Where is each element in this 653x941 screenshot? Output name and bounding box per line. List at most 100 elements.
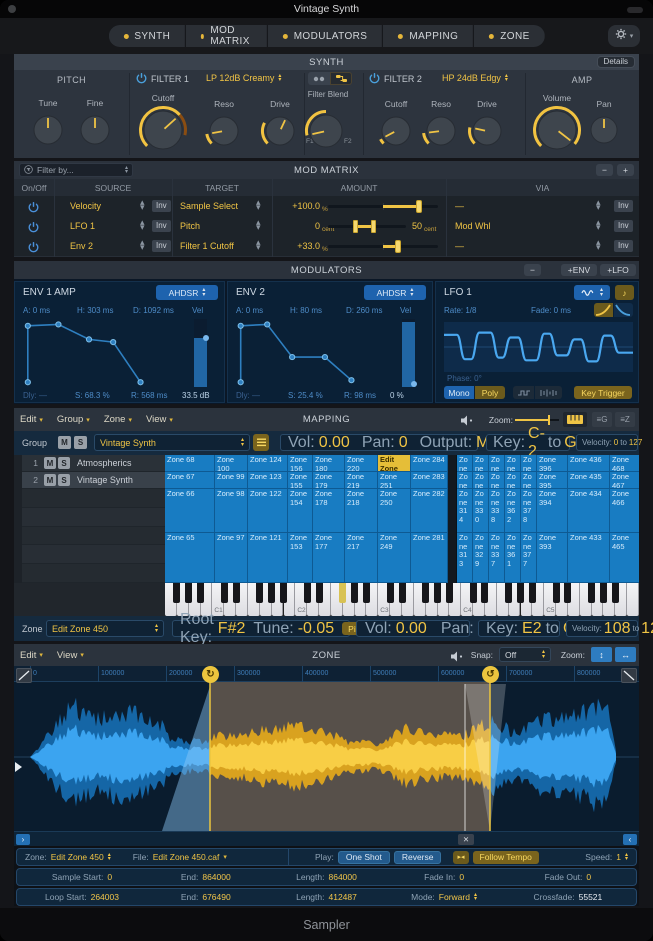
group-solo-button[interactable]: S (74, 436, 87, 449)
loop-value[interactable]: 264003 (91, 892, 119, 902)
matrix-via-inv[interactable]: Inv (614, 220, 633, 232)
group-solo-button[interactable]: S (58, 457, 70, 469)
piano-key-black[interactable] (553, 583, 560, 603)
zone-select-dropdown[interactable]: Edit Zone 450 (51, 852, 104, 862)
follow-tempo-button[interactable]: Follow Tempo (473, 851, 539, 864)
zone-cell[interactable]: Zone … (505, 455, 521, 472)
group-vol-value[interactable]: 0.00 (319, 434, 350, 452)
matrix-amount-value[interactable]: +100.0% (276, 201, 320, 211)
zone-cell[interactable]: Zone 394 (537, 489, 568, 533)
zone-cell[interactable]: Zone 314 (457, 489, 473, 533)
lfo-rate[interactable]: Rate: 1/8 (444, 306, 476, 315)
lfo-phase[interactable]: Phase: 0° (447, 374, 482, 383)
zone-cell[interactable]: Zone 433 (568, 533, 610, 583)
vel-handle[interactable] (203, 335, 209, 341)
zone-cell[interactable]: Zone 329 (473, 533, 489, 583)
group-name-dropdown[interactable]: Vintage Synth (94, 434, 250, 451)
snap-dropdown[interactable]: Off (499, 647, 551, 662)
zone-view-button[interactable]: ≡Z (615, 412, 635, 427)
zone-cell[interactable]: Zone 250 (378, 489, 411, 533)
zone-cell-selected[interactable]: Edit Zone 450 (378, 455, 411, 472)
matrix-source[interactable]: Velocity (70, 201, 101, 211)
env-vel-slider[interactable] (402, 319, 415, 387)
zone-cell[interactable]: Zone 153 (288, 533, 313, 583)
one-shot-button[interactable]: One Shot (338, 851, 390, 864)
lfo-shape-random-button[interactable] (535, 386, 562, 399)
zone-cell[interactable]: Zone 434 (568, 489, 610, 533)
tab-mapping[interactable]: MAPPING (383, 25, 473, 47)
envelope-graph[interactable] (236, 319, 392, 387)
piano-key-black[interactable] (363, 583, 370, 603)
zone-cell[interactable]: Zone 284 (411, 455, 448, 472)
zone-tune-value[interactable]: -0.05 (298, 620, 334, 638)
piano-key-black[interactable] (481, 583, 488, 603)
modulator-remove-button[interactable]: − (524, 264, 541, 276)
zone-cell[interactable]: Zone 124 (248, 455, 288, 472)
details-button[interactable]: Details (597, 56, 635, 68)
zone-cell[interactable]: Zone … (489, 472, 505, 489)
matrix-source-inv[interactable]: Inv (152, 200, 171, 212)
zone-cell[interactable]: Zone 283 (411, 472, 448, 489)
window-menu-pill[interactable] (627, 7, 643, 13)
group-pan-value[interactable]: 0 (399, 434, 408, 452)
zone-cell[interactable]: Zone … (473, 455, 489, 472)
matrix-via[interactable]: Mod Whl (455, 221, 491, 231)
sample-value[interactable]: 864000 (202, 872, 230, 882)
reverse-button[interactable]: Reverse (394, 851, 442, 864)
sample-value[interactable]: 0 (586, 872, 591, 882)
zone-cell[interactable]: Zone 330 (473, 489, 489, 533)
loop-value[interactable]: 55521 (579, 892, 603, 902)
piano-key-black[interactable] (304, 583, 311, 603)
zone-cell[interactable]: Zone 97 (215, 533, 248, 583)
piano-key-black[interactable] (422, 583, 429, 603)
zone-vol-value[interactable]: 0.00 (396, 620, 427, 638)
slider-handle[interactable] (416, 200, 422, 213)
zone-rootkey-value[interactable]: F#2 (218, 620, 246, 638)
group-vel-high[interactable]: 127 (629, 438, 642, 447)
zone-cell[interactable]: Zone 179 (313, 472, 345, 489)
matrix-row-power[interactable] (28, 240, 39, 258)
knob-f1_cutoff[interactable] (138, 105, 188, 155)
piano-key-black[interactable] (351, 583, 358, 603)
zone-cell[interactable]: Zone 65 (165, 533, 215, 583)
piano-key-black[interactable] (446, 583, 453, 603)
piano-key-black[interactable] (316, 583, 323, 603)
add-env-button[interactable]: +ENV (561, 264, 597, 276)
matrix-source-inv[interactable]: Inv (152, 220, 171, 232)
piano-key-black[interactable] (233, 583, 240, 603)
group-row[interactable]: 2MSVintage Synth (22, 472, 165, 489)
keyboard-view-button[interactable] (563, 412, 587, 427)
mapping-menu-view[interactable]: View▾ (146, 414, 173, 425)
piano-key-black[interactable] (434, 583, 441, 603)
lfo-poly-button[interactable]: Poly (475, 386, 505, 399)
piano-key-black[interactable] (588, 583, 595, 603)
zone-cell[interactable]: Zone 180 (313, 455, 345, 472)
waveform-scrollbar[interactable]: › ✕ ‹ (14, 831, 639, 846)
zone-cell[interactable]: Zone 67 (165, 472, 215, 489)
zone-cell[interactable]: Zone 337 (489, 533, 505, 583)
file-dropdown[interactable]: Edit Zone 450.caf (153, 852, 220, 862)
power-icon[interactable] (28, 222, 39, 233)
matrix-via-inv[interactable]: Inv (614, 240, 633, 252)
parallel-routing-button[interactable] (330, 72, 352, 85)
mode-dropdown[interactable]: AHDSR (156, 285, 218, 300)
knob-volume[interactable] (532, 105, 582, 155)
lfo-shape-step-button[interactable] (513, 386, 534, 399)
piano-key-black[interactable] (268, 583, 275, 603)
piano-key-black[interactable] (529, 583, 536, 603)
piano-key-black[interactable] (399, 583, 406, 603)
zone-audition-button[interactable] (450, 649, 463, 667)
group-mute-button[interactable]: M (44, 457, 56, 469)
zone-cell[interactable]: Zone 121 (248, 533, 288, 583)
filter2-type-dropdown[interactable]: HP 24dB Edgy (442, 73, 508, 83)
knob-pan[interactable] (585, 111, 623, 149)
tab-zone[interactable]: ZONE (474, 25, 544, 47)
zone-vel-high[interactable]: 127 (641, 620, 653, 638)
envelope-graph[interactable] (23, 319, 184, 387)
power-icon[interactable] (28, 242, 39, 253)
range-handle-left[interactable] (353, 220, 358, 233)
zone-cell[interactable]: Zone 361 (505, 533, 521, 583)
loop-mode-button[interactable]: ▸◂ (453, 851, 468, 864)
zone-cell[interactable]: Zone 217 (345, 533, 378, 583)
matrix-amount-range-slider[interactable] (328, 225, 406, 228)
